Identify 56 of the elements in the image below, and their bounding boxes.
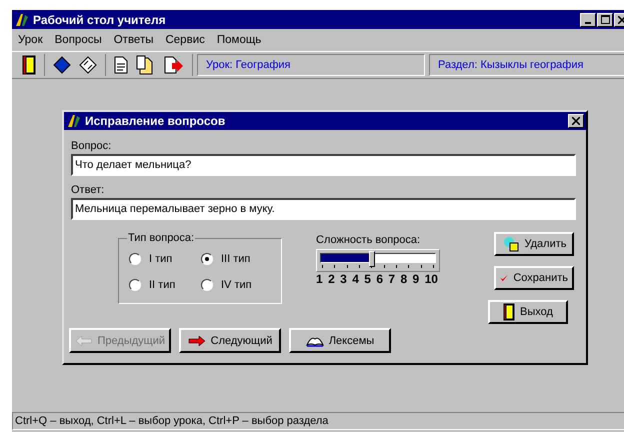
scale-number: 4 [352,272,359,286]
question-field[interactable]: Что делает мельница? [71,154,576,176]
document-icon[interactable] [114,56,128,74]
radio-option[interactable]: IV тип [201,279,273,291]
answer-field[interactable]: Мельница перемалывает зерно в муку. [71,198,576,220]
menu-item[interactable]: Сервис [165,34,205,46]
scale-number: 6 [376,272,383,286]
scale-number: 8 [400,272,408,286]
lesson-panel: Урок: География [197,54,425,76]
next-button[interactable]: Следующий [179,328,281,353]
close-button[interactable] [568,114,584,128]
menu-item[interactable]: Вопросы [54,34,102,46]
app-logo-icon [14,12,30,28]
answer-label: Ответ: [71,184,106,196]
lexemes-button[interactable]: Лексемы [289,328,391,353]
difficulty-slider[interactable] [316,249,440,272]
section-panel: Раздел: Кызыклы география [429,54,624,76]
exit-button[interactable]: Выход [488,300,568,324]
maximize-icon [600,15,610,24]
close-icon [572,117,580,125]
radio-option[interactable]: III тип [201,253,273,265]
difficulty-label: Сложность вопроса: [316,234,422,246]
radio-circle[interactable] [129,253,141,265]
delete-button[interactable]: Удалить [494,232,574,256]
save-button[interactable]: Сохранить [494,266,574,290]
radio-option[interactable]: I тип [129,253,201,265]
slider-thumb[interactable] [369,251,376,267]
scale-number: 10 [424,272,438,286]
question-label: Вопрос: [71,140,112,152]
minimize-button[interactable] [580,12,596,26]
radio-circle[interactable] [129,279,141,291]
scale-number: 2 [328,272,335,286]
door-icon [503,303,516,321]
window-title: Рабочий стол учителя [33,12,166,26]
menu-item[interactable]: Помощь [216,34,262,46]
document-arrow-icon[interactable] [164,56,184,74]
status-bar: Ctrl+Q – выход, Ctrl+L – выбор урока, Ctrl+P – выбор раздела [12,412,624,430]
dialog-title: Исправление вопросов [85,114,226,128]
radio-circle[interactable] [201,279,213,291]
right-arrow-icon [188,336,206,346]
close-icon [618,16,624,24]
radio-circle[interactable] [201,253,213,265]
menu-item[interactable]: Урок [18,34,43,46]
menu-item[interactable]: Ответы [114,34,154,46]
scale-number: 3 [340,272,347,286]
radio-option[interactable]: II тип [129,279,201,291]
scale-number: 9 [412,272,420,286]
door-icon[interactable] [22,55,36,75]
app-logo-icon [66,113,82,129]
minimize-icon [585,22,591,24]
scale-number: 7 [388,272,396,286]
maximize-button[interactable] [597,12,613,26]
group-title: Тип вопроса: [127,232,196,244]
scale-number: 1 [316,272,323,286]
left-arrow-icon [75,336,93,346]
scale-number: 5 [364,272,371,286]
